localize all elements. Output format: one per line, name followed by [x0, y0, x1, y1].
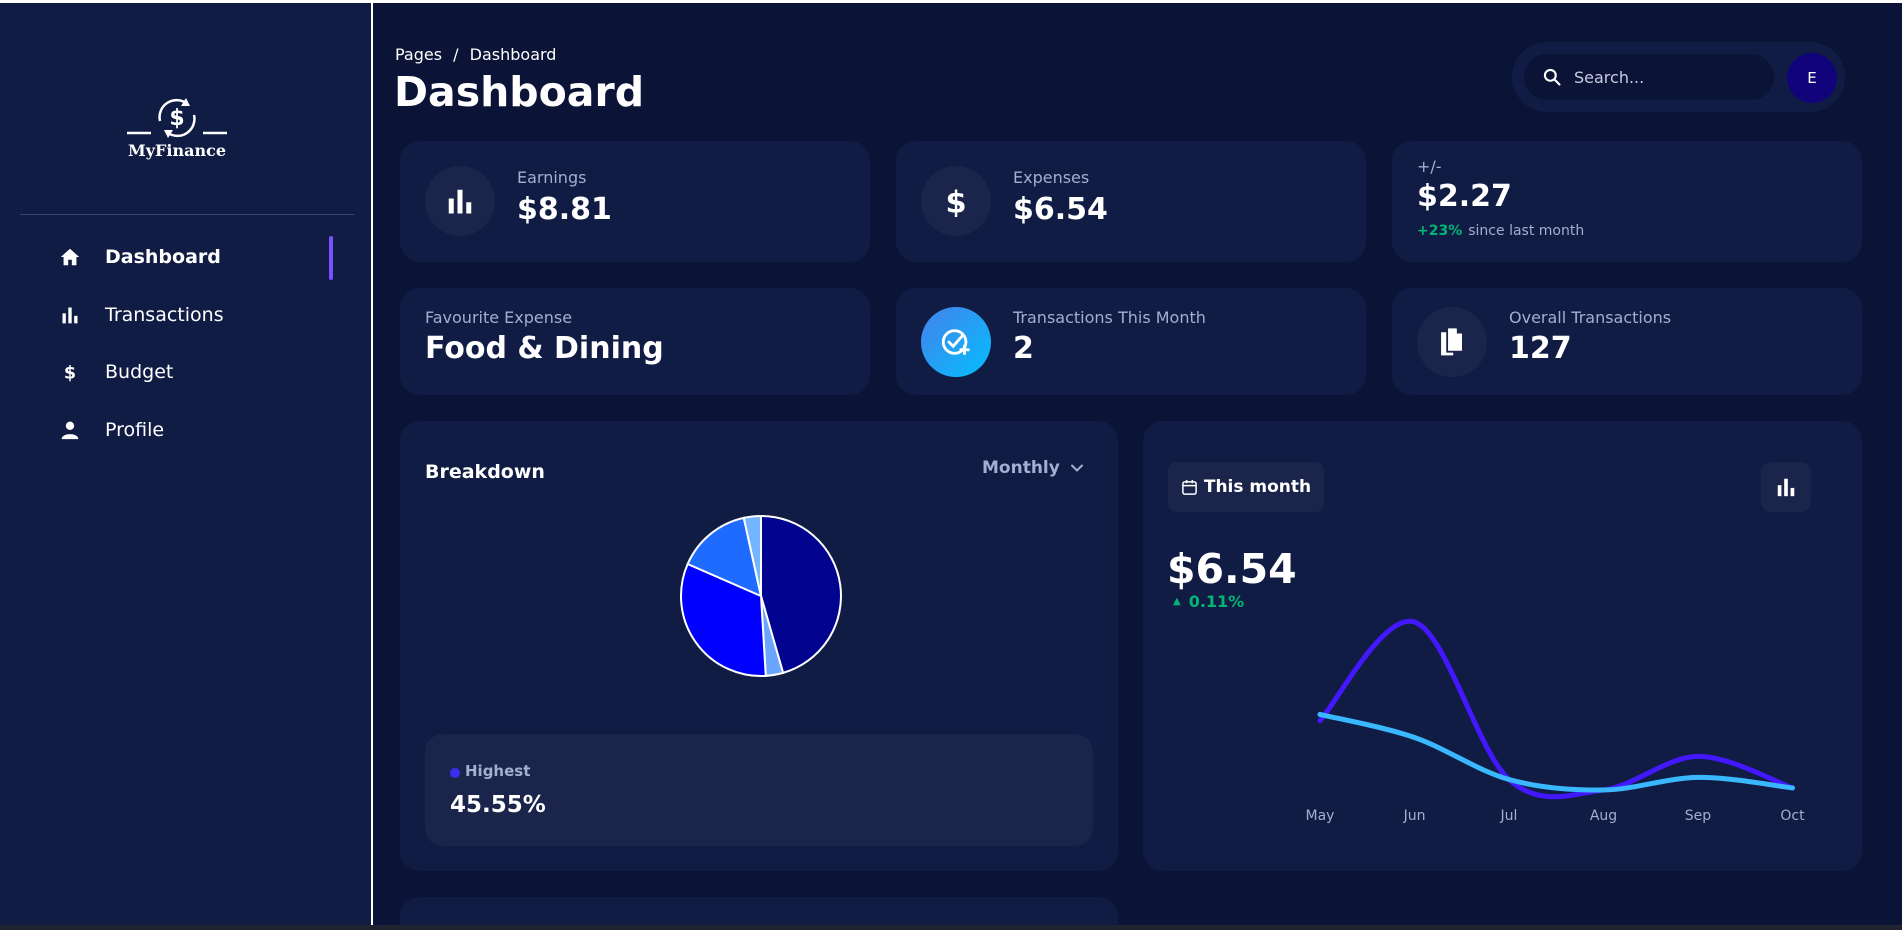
legend-value: 45.55%	[450, 792, 546, 818]
overall-transactions-card: Overall Transactions 127	[1392, 288, 1862, 395]
spending-trend: ▲ 0.11%	[1173, 592, 1244, 611]
overall-transactions-label: Overall Transactions	[1509, 308, 1672, 327]
home-icon	[58, 245, 82, 269]
logo-dollar-icon: $	[127, 98, 227, 138]
bar-chart-icon	[58, 303, 82, 327]
sidebar-item-transactions[interactable]: Transactions	[58, 295, 338, 335]
app-logo[interactable]: $ MyFinance	[124, 95, 230, 165]
chevron-down-icon	[1070, 464, 1083, 472]
calendar-icon	[1181, 479, 1197, 495]
search-icon	[1542, 66, 1564, 88]
window-bottom-border	[0, 925, 1902, 930]
x-tick-label: Jun	[1403, 808, 1426, 824]
chart-options-button[interactable]	[1761, 462, 1811, 512]
favourite-expense-value: Food & Dining	[425, 331, 664, 366]
breakdown-title: Breakdown	[425, 461, 545, 483]
x-tick-label: Jul	[1500, 808, 1518, 824]
trend-up-icon: ▲	[1173, 596, 1181, 607]
favourite-expense-card: Favourite Expense Food & Dining	[400, 288, 870, 395]
person-icon	[58, 418, 82, 442]
bar-chart-icon	[425, 166, 495, 236]
expenses-value: $6.54	[1013, 192, 1108, 227]
breadcrumb-current: Dashboard	[469, 45, 557, 64]
breadcrumb-pages[interactable]: Pages	[395, 45, 442, 64]
documents-icon	[1417, 307, 1487, 377]
expenses-label: Expenses	[1013, 168, 1090, 187]
sidebar-divider	[20, 214, 354, 215]
this-month-label: This month	[1203, 477, 1312, 497]
net-change-subtext: +23% since last month	[1417, 223, 1584, 239]
earnings-card: Earnings $8.81	[400, 141, 870, 262]
spending-line-chart: May Jun Jul Aug Sep Oct	[1300, 570, 1820, 830]
svg-text:$: $	[169, 106, 184, 131]
sidebar-item-label: Transactions	[105, 304, 224, 326]
legend-label: Highest	[465, 762, 531, 780]
transactions-month-value: 2	[1013, 331, 1034, 366]
header-toolbar: E	[1512, 42, 1845, 112]
net-change-value: $2.27	[1417, 179, 1512, 214]
x-tick-label: May	[1306, 808, 1335, 824]
earnings-label: Earnings	[517, 168, 587, 187]
series-line-1	[1317, 711, 1795, 793]
earnings-value: $8.81	[517, 192, 612, 227]
sidebar-item-label: Dashboard	[105, 246, 221, 268]
page-title: Dashboard	[394, 68, 645, 116]
legend-dot	[450, 768, 460, 778]
check-add-icon	[921, 307, 991, 377]
dollar-icon: $	[921, 166, 991, 236]
app-window: $ MyFinance Dashboard Transactions $ Bud…	[0, 0, 1902, 930]
sidebar-item-label: Budget	[105, 361, 174, 383]
favourite-expense-label: Favourite Expense	[425, 308, 573, 327]
x-tick-label: Oct	[1780, 808, 1805, 824]
breadcrumb: Pages / Dashboard	[395, 45, 562, 64]
search-input[interactable]	[1574, 67, 1764, 87]
trend-value: 0.11%	[1188, 592, 1245, 611]
active-nav-indicator	[329, 236, 333, 280]
pie-chart-svg	[680, 514, 842, 677]
overall-transactions-value: 127	[1509, 331, 1572, 366]
sidebar-item-label: Profile	[105, 419, 165, 441]
sidebar-item-profile[interactable]: Profile	[58, 410, 338, 450]
x-tick-label: Sep	[1685, 808, 1712, 824]
period-dropdown-label: Monthly	[982, 458, 1060, 478]
net-change-label: +/-	[1417, 157, 1442, 176]
svg-text:$: $	[64, 364, 76, 383]
sidebar-item-budget[interactable]: $ Budget	[58, 352, 338, 392]
line-chart-svg: May Jun Jul Aug Sep Oct	[1306, 618, 1805, 824]
svg-text:$: $	[945, 186, 966, 218]
search-box[interactable]	[1524, 54, 1774, 100]
x-tick-label: Aug	[1590, 808, 1617, 824]
sidebar: $ MyFinance Dashboard Transactions $ Bud…	[0, 3, 373, 925]
transactions-month-card: Transactions This Month 2	[896, 288, 1366, 395]
net-change-card: +/- $2.27 +23% since last month	[1392, 141, 1862, 262]
bar-chart-icon	[1777, 478, 1795, 497]
sidebar-item-dashboard[interactable]: Dashboard	[58, 237, 338, 277]
series-line-0	[1317, 618, 1795, 800]
change-percent: +23%	[1417, 223, 1463, 239]
expenses-card: $ Expenses $6.54	[896, 141, 1366, 262]
this-month-button[interactable]: This month	[1168, 462, 1324, 512]
logo-text: MyFinance	[128, 141, 226, 160]
breakdown-legend: Highest 45.55%	[425, 734, 1093, 846]
change-description: since last month	[1468, 223, 1585, 239]
transactions-month-label: Transactions This Month	[1013, 308, 1206, 327]
period-dropdown[interactable]: Monthly	[982, 458, 1084, 478]
breakdown-pie-chart	[678, 513, 844, 679]
breadcrumb-separator: /	[453, 45, 459, 64]
avatar[interactable]: E	[1787, 53, 1837, 103]
dollar-icon: $	[58, 360, 82, 384]
spending-amount: $6.54	[1167, 545, 1297, 593]
